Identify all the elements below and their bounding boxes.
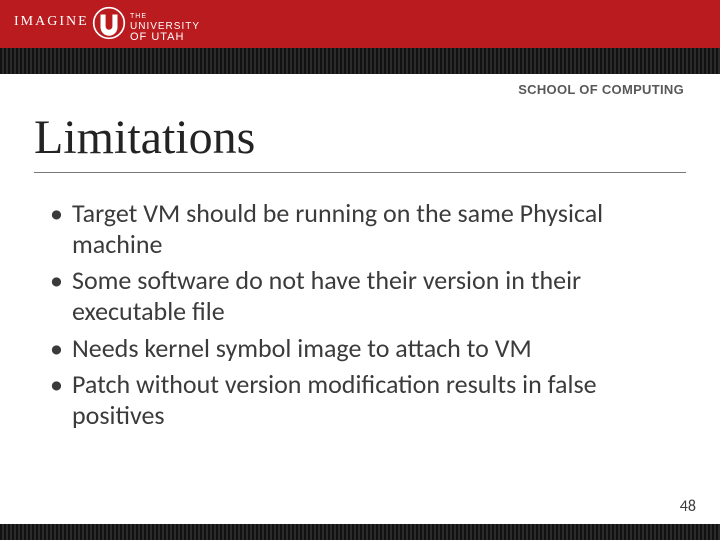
slide: IMAGINE THE UNIVERSITY OF UTAH SCHOOL OF… [0,0,720,540]
list-item: • Target VM should be running on the sam… [50,198,670,259]
page-title: Limitations [34,110,255,165]
header-stripe [0,48,720,74]
bullet-icon: • [50,333,72,364]
u-logo-icon [92,6,126,40]
title-underline [34,172,686,173]
school-label: SCHOOL OF COMPUTING [518,82,684,97]
bullet-list: • Target VM should be running on the sam… [50,198,670,437]
bullet-icon: • [50,369,72,430]
page-number: 48 [680,497,696,516]
bullet-icon: • [50,265,72,326]
bullet-text: Patch without version modification resul… [72,369,670,430]
bullet-text: Target VM should be running on the same … [72,198,670,259]
university-of-utah: OF UTAH [130,32,200,42]
university-wordmark: THE UNIVERSITY OF UTAH [130,12,200,42]
bullet-icon: • [50,198,72,259]
imagine-text: IMAGINE [14,14,89,30]
bullet-text: Needs kernel symbol image to attach to V… [72,333,670,364]
footer-stripe [0,524,720,540]
bullet-text: Some software do not have their version … [72,265,670,326]
list-item: • Needs kernel symbol image to attach to… [50,333,670,364]
list-item: • Some software do not have their versio… [50,265,670,326]
list-item: • Patch without version modification res… [50,369,670,430]
top-banner: IMAGINE THE UNIVERSITY OF UTAH [0,0,720,48]
